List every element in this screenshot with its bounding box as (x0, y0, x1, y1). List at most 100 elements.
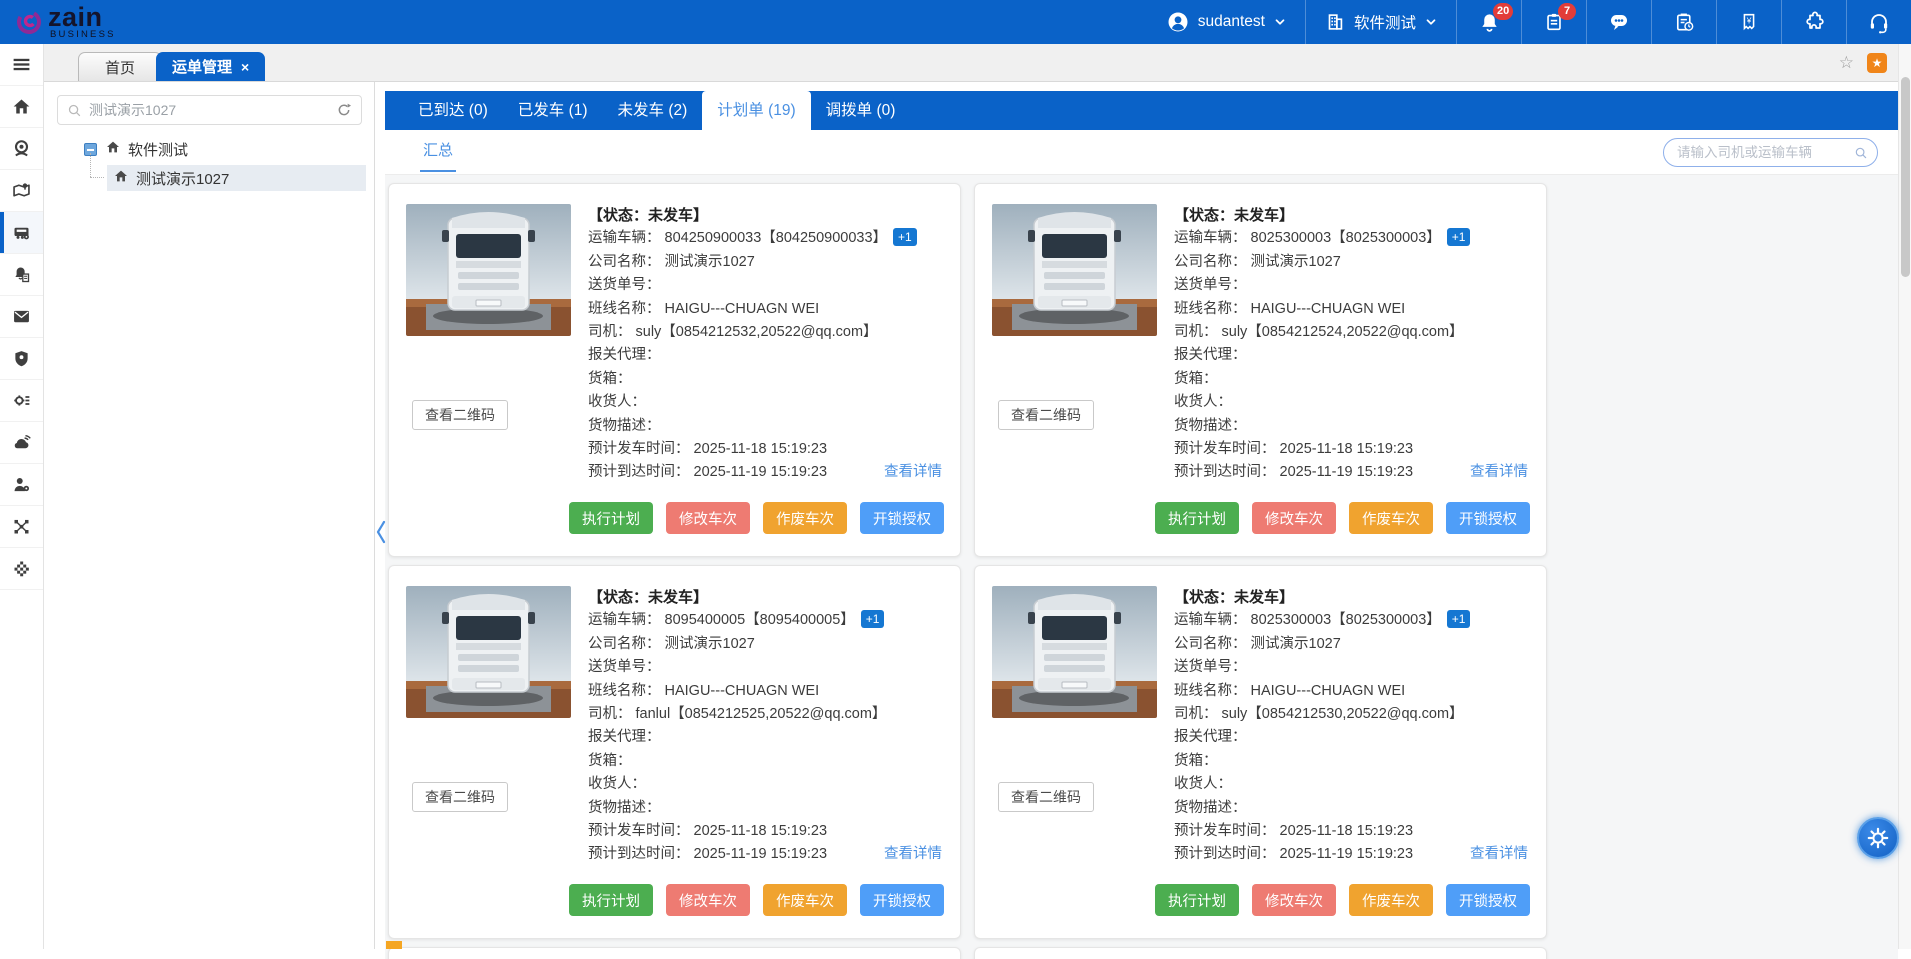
search-icon[interactable] (1854, 145, 1868, 161)
tree-child-selected[interactable]: 测试演示1027 (107, 165, 366, 191)
tab-waybill-management[interactable]: 运单管理 × (156, 52, 265, 81)
unlock-authorize-button[interactable]: 开锁授权 (860, 884, 944, 916)
sidebar-item-home[interactable] (0, 86, 43, 128)
sidebar-item-network[interactable] (0, 506, 43, 548)
tree-connector (90, 177, 104, 178)
status-tab-bar: 已到达 (0) 已发车 (1) 未发车 (2) 计划单 (19) 调拨单 (0) (385, 91, 1898, 130)
card-driver: 司机：fanlul【0854212525,20522@qq.com】 (588, 703, 942, 726)
void-trip-button[interactable]: 作废车次 (763, 884, 847, 916)
cloud-signal-icon (11, 432, 32, 453)
more-vehicles-badge[interactable]: +1 (861, 610, 885, 628)
scrollbar-thumb[interactable] (1901, 77, 1910, 277)
card-cargo-desc: 货物描述： (1174, 797, 1528, 820)
sidebar-item-alerts[interactable] (0, 254, 43, 296)
sidebar-item-mail[interactable] (0, 296, 43, 338)
more-vehicles-badge[interactable]: +1 (893, 228, 917, 246)
execute-plan-button[interactable]: 执行计划 (1155, 502, 1239, 534)
tab-home-label: 首页 (105, 57, 135, 78)
favorite-star-icon[interactable]: ☆ (1839, 53, 1854, 73)
tab-departed[interactable]: 已发车 (1) (503, 91, 603, 130)
sidebar-item-cloud[interactable] (0, 422, 43, 464)
card-container: 货箱： (1174, 750, 1528, 773)
tab-arrived[interactable]: 已到达 (0) (403, 91, 503, 130)
sub-toolbar: 汇总 (385, 130, 1898, 175)
execute-plan-button[interactable]: 执行计划 (569, 502, 653, 534)
void-trip-button[interactable]: 作废车次 (1349, 884, 1433, 916)
sidebar-item-settings-list[interactable] (0, 380, 43, 422)
sidebar-item-monitor[interactable] (0, 128, 43, 170)
settings-fab-button[interactable] (1857, 817, 1899, 859)
card-status: 【状态：未发车】 (1174, 586, 1528, 609)
tab-transfer-orders[interactable]: 调拨单 (0) (811, 91, 911, 130)
modify-trip-button[interactable]: 修改车次 (1252, 884, 1336, 916)
user-menu[interactable]: sudantest (1148, 0, 1305, 44)
unlock-authorize-button[interactable]: 开锁授权 (1446, 502, 1530, 534)
chevron-left-icon (375, 518, 387, 546)
view-qr-button[interactable]: 查看二维码 (998, 400, 1094, 430)
pixel-cluster-icon (11, 558, 32, 579)
view-detail-link[interactable]: 查看详情 (884, 843, 942, 866)
topbar: zain BUSINESS sudantest 软件测 (0, 0, 1911, 44)
bookmark-icon[interactable]: ★ (1867, 53, 1887, 73)
messages-button[interactable] (1586, 0, 1651, 44)
tree-connector (90, 153, 91, 177)
view-detail-link[interactable]: 查看详情 (1470, 461, 1528, 484)
org-menu[interactable]: 软件测试 (1306, 0, 1456, 44)
view-qr-button[interactable]: 查看二维码 (412, 782, 508, 812)
truck-photo (992, 586, 1157, 718)
todo-button[interactable]: 7 (1521, 0, 1586, 44)
tab-home[interactable]: 首页 (78, 52, 162, 81)
support-button[interactable] (1846, 0, 1911, 44)
tree-node-root[interactable]: 软件测试 (44, 137, 374, 161)
zain-swirl-icon (14, 7, 44, 37)
refresh-icon[interactable] (336, 102, 352, 118)
card-depart-time: 预计发车时间：2025-11-18 15:19:23 (588, 820, 942, 843)
card-delivery-no: 送货单号： (1174, 274, 1528, 297)
modify-trip-button[interactable]: 修改车次 (666, 502, 750, 534)
plugins-button[interactable] (1781, 0, 1846, 44)
void-trip-button[interactable]: 作废车次 (1349, 502, 1433, 534)
unlock-authorize-button[interactable]: 开锁授权 (860, 502, 944, 534)
execute-plan-button[interactable]: 执行计划 (1155, 884, 1239, 916)
waybill-card: 查看二维码 【状态：未发车】 运输车辆：8025300003【802530000… (974, 183, 1547, 557)
modify-trip-button[interactable]: 修改车次 (666, 884, 750, 916)
sidebar-item-transport[interactable] (0, 212, 43, 254)
truck-icon (11, 222, 32, 243)
vertical-scrollbar[interactable] (1898, 44, 1911, 949)
sidebar-item-map[interactable] (0, 170, 43, 212)
more-vehicles-badge[interactable]: +1 (1447, 228, 1471, 246)
execute-plan-button[interactable]: 执行计划 (569, 884, 653, 916)
org-name: 软件测试 (1354, 11, 1416, 33)
tab-plan-orders[interactable]: 计划单 (19) (702, 91, 810, 130)
menu-toggle-button[interactable] (0, 44, 43, 86)
brand-subtitle: BUSINESS (50, 29, 116, 40)
tab-not-departed[interactable]: 未发车 (2) (603, 91, 703, 130)
tree-search-input[interactable] (89, 102, 336, 118)
driver-vehicle-search (1663, 138, 1878, 167)
notifications-button[interactable]: 20 (1456, 0, 1521, 44)
sidebar-item-security[interactable] (0, 338, 43, 380)
card-consignee: 收货人： (588, 773, 942, 796)
void-trip-button[interactable]: 作废车次 (763, 502, 847, 534)
tree-node-child[interactable]: 测试演示1027 (44, 165, 374, 191)
card-scroll-area: 查看二维码 【状态：未发车】 运输车辆：804250900033【8042509… (385, 175, 1898, 959)
card-route: 班线名称：HAIGU---CHUAGN WEI (588, 298, 942, 321)
close-icon[interactable]: × (241, 60, 249, 74)
view-qr-button[interactable]: 查看二维码 (412, 400, 508, 430)
card-company: 公司名称：测试演示1027 (1174, 633, 1528, 656)
view-detail-link[interactable]: 查看详情 (884, 461, 942, 484)
unlock-authorize-button[interactable]: 开锁授权 (1446, 884, 1530, 916)
view-detail-link[interactable]: 查看详情 (1470, 843, 1528, 866)
schedule-button[interactable] (1651, 0, 1716, 44)
modify-trip-button[interactable]: 修改车次 (1252, 502, 1336, 534)
sidebar-item-cluster[interactable] (0, 548, 43, 590)
driver-vehicle-search-input[interactable] (1677, 145, 1854, 160)
card-arrive-time: 预计到达时间：2025-11-19 15:19:23 查看详情 (1174, 843, 1528, 866)
sidebar-item-user-admin[interactable] (0, 464, 43, 506)
view-qr-button[interactable]: 查看二维码 (998, 782, 1094, 812)
subtab-summary[interactable]: 汇总 (420, 130, 456, 172)
more-vehicles-badge[interactable]: +1 (1447, 610, 1471, 628)
billing-button[interactable]: ¥ (1716, 0, 1781, 44)
clipboard-clock-icon (1673, 11, 1696, 34)
panel-collapse-handle[interactable] (375, 512, 389, 552)
